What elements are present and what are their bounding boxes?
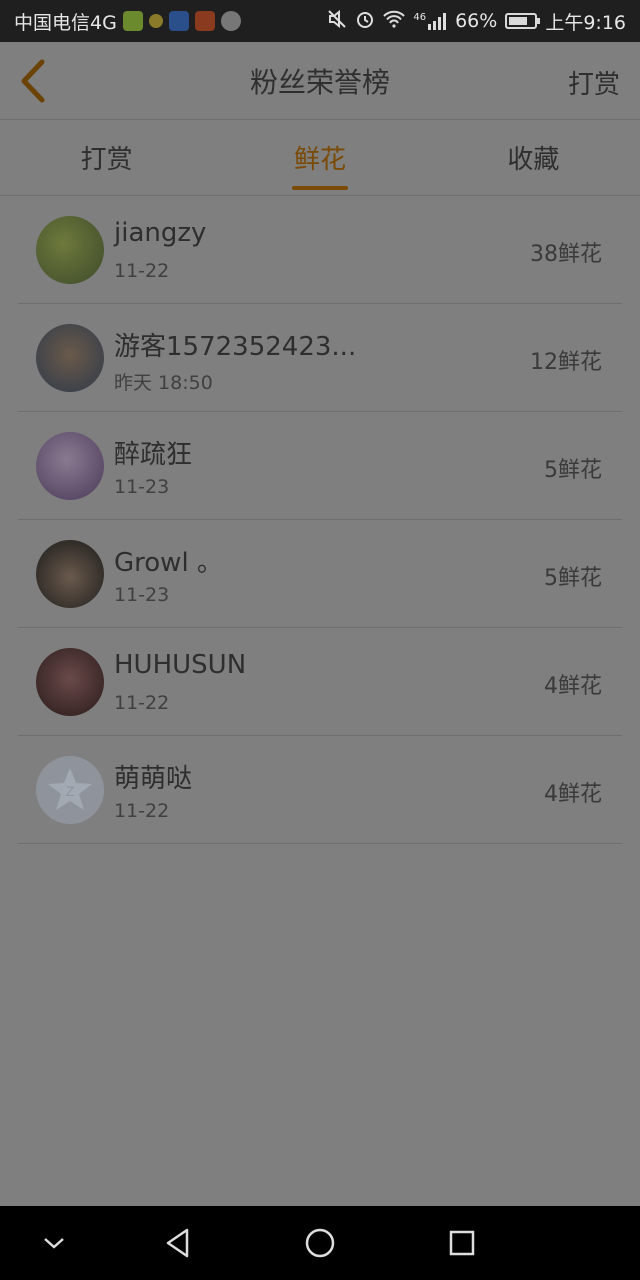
top-app-bar: 粉丝荣誉榜 打赏 — [0, 42, 640, 120]
flower-count: 38鲜花 — [530, 242, 602, 267]
battery-icon — [505, 13, 541, 29]
signal-icon: 46 — [413, 12, 447, 30]
list-item[interactable]: Growl 。 11-23 5鲜花 — [0, 520, 640, 628]
fan-name: 萌萌哒 — [114, 764, 193, 794]
tab-favorites[interactable]: 收藏 — [427, 120, 640, 195]
tab-bar: 打赏 鲜花 收藏 — [0, 120, 640, 196]
audio-notification-icon — [220, 11, 241, 31]
tab-label: 打赏 — [80, 145, 133, 175]
square-recents-icon — [449, 1230, 475, 1256]
page-title: 粉丝荣誉榜 — [249, 65, 390, 99]
fan-name: jiangzy — [114, 218, 207, 248]
list-item[interactable]: 游客1572352423... 昨天 18:50 12鲜花 — [0, 304, 640, 412]
tab-label: 收藏 — [507, 145, 560, 175]
alarm-icon — [355, 9, 375, 34]
fan-date: 11-23 — [114, 476, 170, 498]
avatar: Z — [36, 756, 104, 824]
svg-text:Z: Z — [66, 783, 75, 799]
flower-count: 5鲜花 — [544, 458, 602, 483]
fan-date: 昨天 18:50 — [114, 372, 213, 394]
recents-nav-button[interactable] — [422, 1206, 502, 1280]
mute-icon — [327, 9, 347, 34]
reward-button[interactable]: 打赏 — [568, 64, 620, 101]
avatar — [36, 216, 104, 284]
tab-flowers[interactable]: 鲜花 — [213, 120, 426, 195]
flower-count: 4鲜花 — [544, 674, 602, 699]
fan-name: HUHUSUN — [114, 650, 247, 680]
fan-date: 11-23 — [114, 584, 170, 606]
home-nav-button[interactable] — [280, 1206, 360, 1280]
fan-name: 醉疏狂 — [114, 440, 193, 470]
hide-nav-button[interactable] — [14, 1206, 94, 1280]
list-item[interactable]: jiangzy 11-22 38鲜花 — [0, 196, 640, 304]
signal-label: 46 — [413, 12, 427, 23]
back-nav-button[interactable] — [138, 1206, 218, 1280]
fan-date: 11-22 — [114, 692, 170, 714]
list-item[interactable]: HUHUSUN 11-22 4鲜花 — [0, 628, 640, 736]
chevron-left-icon — [21, 59, 45, 103]
wifi-icon — [383, 10, 406, 33]
fan-date: 11-22 — [114, 800, 170, 822]
message-notification-icon — [168, 11, 189, 31]
avatar — [36, 324, 104, 392]
tab-label: 鲜花 — [293, 145, 346, 175]
fan-name: 游客1572352423... — [114, 332, 357, 362]
avatar — [36, 648, 104, 716]
back-button[interactable] — [12, 56, 58, 106]
video-notification-icon — [194, 11, 215, 31]
tab-reward[interactable]: 打赏 — [0, 120, 213, 195]
fan-name: Growl 。 — [114, 548, 223, 578]
clock: 上午9:16 — [545, 11, 626, 34]
active-tab-indicator — [291, 186, 348, 190]
circle-home-icon — [305, 1228, 335, 1258]
system-nav-bar — [0, 1206, 640, 1280]
avatar — [36, 432, 104, 500]
battery-percent: 66% — [455, 10, 498, 32]
flower-count: 4鲜花 — [544, 782, 602, 807]
app-notification-icon — [122, 11, 143, 31]
fan-date: 11-22 — [114, 260, 170, 282]
flower-count: 12鲜花 — [530, 350, 602, 375]
fan-list: jiangzy 11-22 38鲜花 游客1572352423... 昨天 18… — [0, 196, 640, 844]
flower-count: 5鲜花 — [544, 566, 602, 591]
triangle-back-icon — [166, 1228, 189, 1258]
default-star-avatar-icon: Z — [48, 768, 92, 810]
carrier-label: 中国电信4G — [14, 11, 117, 34]
list-item[interactable]: 醉疏狂 11-23 5鲜花 — [0, 412, 640, 520]
list-item[interactable]: Z 萌萌哒 11-22 4鲜花 — [0, 736, 640, 844]
avatar — [36, 540, 104, 608]
status-bar: 中国电信4G 46 66% 上午9:16 — [0, 0, 640, 42]
bulb-notification-icon — [148, 14, 163, 28]
chevron-down-icon — [44, 1238, 64, 1249]
